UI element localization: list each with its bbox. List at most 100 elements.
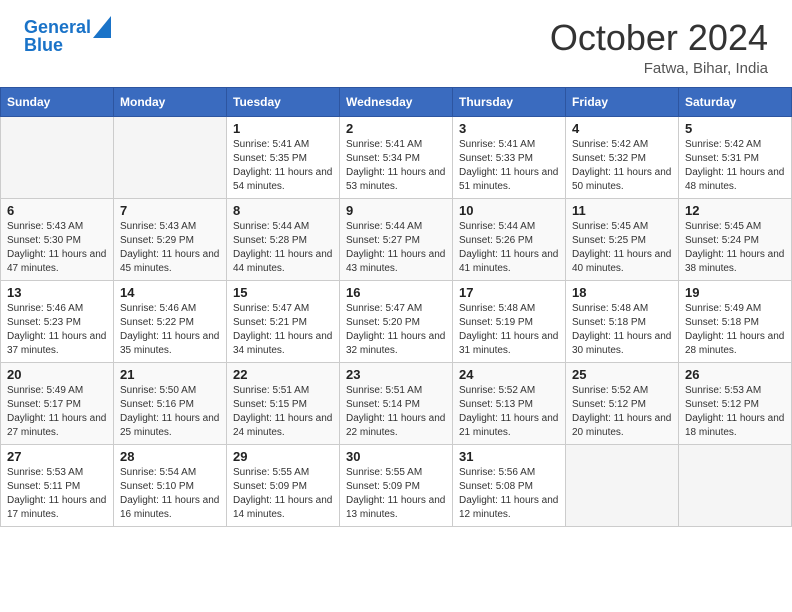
calendar-cell: 26Sunrise: 5:53 AM Sunset: 5:12 PM Dayli… — [679, 362, 792, 444]
calendar-cell: 17 Sunrise: 5:48 AM Sunset: 5:19 PM Dayli… — [453, 280, 566, 362]
day-number: 23 — [346, 367, 446, 382]
calendar-cell: 31 Sunrise: 5:56 AM Sunset: 5:08 PM Dayli… — [453, 444, 566, 526]
calendar-cell: 28 Sunrise: 5:54 AM Sunset: 5:10 PM Dayli… — [114, 444, 227, 526]
day-info: Sunrise: 5:46 AM Sunset: 5:23 PM Dayligh… — [7, 302, 107, 358]
weekday-header: Wednesday — [340, 87, 453, 116]
day-number: 11 — [572, 203, 672, 218]
day-info: Sunrise: 5:45 AM Sunset: 5:24 PM Dayligh… — [685, 220, 785, 276]
calendar-week-row: 6 Sunrise: 5:43 AM Sunset: 5:30 PM Daylig… — [1, 198, 792, 280]
calendar-cell: 6 Sunrise: 5:43 AM Sunset: 5:30 PM Daylig… — [1, 198, 114, 280]
day-info: Sunrise: 5:55 AM Sunset: 5:09 PM Dayligh… — [346, 466, 446, 522]
day-number: 10 — [459, 203, 559, 218]
calendar-cell: 23 Sunrise: 5:51 AM Sunset: 5:14 PM Dayli… — [340, 362, 453, 444]
day-number: 14 — [120, 285, 220, 300]
logo-icon — [93, 16, 111, 38]
day-info: Sunrise: 5:47 AM Sunset: 5:21 PM Dayligh… — [233, 302, 333, 358]
calendar-cell: 7 Sunrise: 5:43 AM Sunset: 5:29 PM Daylig… — [114, 198, 227, 280]
calendar-header-row: SundayMondayTuesdayWednesdayThursdayFrid… — [1, 87, 792, 116]
day-number: 21 — [120, 367, 220, 382]
day-number: 22 — [233, 367, 333, 382]
calendar-cell: 20 Sunrise: 5:49 AM Sunset: 5:17 PM Dayli… — [1, 362, 114, 444]
day-info: Sunrise: 5:52 AM Sunset: 5:13 PM Dayligh… — [459, 384, 559, 440]
day-number: 29 — [233, 449, 333, 464]
day-number: 3 — [459, 121, 559, 136]
day-number: 4 — [572, 121, 672, 136]
weekday-header: Friday — [566, 87, 679, 116]
day-info: Sunrise: 5:41 AM Sunset: 5:33 PM Dayligh… — [459, 138, 559, 194]
day-number: 6 — [7, 203, 107, 218]
calendar-week-row: 13 Sunrise: 5:46 AM Sunset: 5:23 PM Dayli… — [1, 280, 792, 362]
location-title: Fatwa, Bihar, India — [550, 60, 768, 77]
calendar-week-row: 20 Sunrise: 5:49 AM Sunset: 5:17 PM Dayli… — [1, 362, 792, 444]
calendar-cell: 10Sunrise: 5:44 AM Sunset: 5:26 PM Dayli… — [453, 198, 566, 280]
weekday-header: Sunday — [1, 87, 114, 116]
weekday-header: Thursday — [453, 87, 566, 116]
day-number: 24 — [459, 367, 559, 382]
calendar-cell: 1 Sunrise: 5:41 AM Sunset: 5:35 PM Daylig… — [227, 116, 340, 198]
day-info: Sunrise: 5:44 AM Sunset: 5:28 PM Dayligh… — [233, 220, 333, 276]
calendar-cell: 14Sunrise: 5:46 AM Sunset: 5:22 PM Dayli… — [114, 280, 227, 362]
day-number: 13 — [7, 285, 107, 300]
calendar-cell: 25 Sunrise: 5:52 AM Sunset: 5:12 PM Dayli… — [566, 362, 679, 444]
day-number: 8 — [233, 203, 333, 218]
calendar-cell — [1, 116, 114, 198]
calendar-cell: 4 Sunrise: 5:42 AM Sunset: 5:32 PM Daylig… — [566, 116, 679, 198]
day-number: 16 — [346, 285, 446, 300]
day-info: Sunrise: 5:49 AM Sunset: 5:17 PM Dayligh… — [7, 384, 107, 440]
day-info: Sunrise: 5:51 AM Sunset: 5:14 PM Dayligh… — [346, 384, 446, 440]
day-info: Sunrise: 5:54 AM Sunset: 5:10 PM Dayligh… — [120, 466, 220, 522]
calendar-cell: 22 Sunrise: 5:51 AM Sunset: 5:15 PM Dayli… — [227, 362, 340, 444]
day-number: 17 — [459, 285, 559, 300]
day-info: Sunrise: 5:48 AM Sunset: 5:18 PM Dayligh… — [572, 302, 672, 358]
day-number: 31 — [459, 449, 559, 464]
calendar-cell: 21 Sunrise: 5:50 AM Sunset: 5:16 PM Dayli… — [114, 362, 227, 444]
calendar-cell: 8 Sunrise: 5:44 AM Sunset: 5:28 PM Daylig… — [227, 198, 340, 280]
calendar-cell: 24 Sunrise: 5:52 AM Sunset: 5:13 PM Dayli… — [453, 362, 566, 444]
calendar-cell: 2Sunrise: 5:41 AM Sunset: 5:34 PM Daylig… — [340, 116, 453, 198]
day-info: Sunrise: 5:51 AM Sunset: 5:15 PM Dayligh… — [233, 384, 333, 440]
logo-blue: Blue — [24, 36, 111, 56]
day-info: Sunrise: 5:43 AM Sunset: 5:29 PM Dayligh… — [120, 220, 220, 276]
calendar-cell: 29 Sunrise: 5:55 AM Sunset: 5:09 PM Dayli… — [227, 444, 340, 526]
day-number: 19 — [685, 285, 785, 300]
day-info: Sunrise: 5:43 AM Sunset: 5:30 PM Dayligh… — [7, 220, 107, 276]
calendar-cell: 15Sunrise: 5:47 AM Sunset: 5:21 PM Dayli… — [227, 280, 340, 362]
day-info: Sunrise: 5:42 AM Sunset: 5:31 PM Dayligh… — [685, 138, 785, 194]
calendar-cell: 9 Sunrise: 5:44 AM Sunset: 5:27 PM Daylig… — [340, 198, 453, 280]
calendar-cell: 18 Sunrise: 5:48 AM Sunset: 5:18 PM Dayli… — [566, 280, 679, 362]
calendar-cell — [679, 444, 792, 526]
day-info: Sunrise: 5:44 AM Sunset: 5:27 PM Dayligh… — [346, 220, 446, 276]
weekday-header: Monday — [114, 87, 227, 116]
calendar-cell — [566, 444, 679, 526]
calendar-cell: 27Sunrise: 5:53 AM Sunset: 5:11 PM Dayli… — [1, 444, 114, 526]
day-number: 5 — [685, 121, 785, 136]
day-info: Sunrise: 5:56 AM Sunset: 5:08 PM Dayligh… — [459, 466, 559, 522]
day-number: 25 — [572, 367, 672, 382]
day-info: Sunrise: 5:47 AM Sunset: 5:20 PM Dayligh… — [346, 302, 446, 358]
day-number: 2 — [346, 121, 446, 136]
day-info: Sunrise: 5:50 AM Sunset: 5:16 PM Dayligh… — [120, 384, 220, 440]
day-number: 18 — [572, 285, 672, 300]
day-number: 20 — [7, 367, 107, 382]
day-number: 30 — [346, 449, 446, 464]
day-info: Sunrise: 5:48 AM Sunset: 5:19 PM Dayligh… — [459, 302, 559, 358]
day-number: 9 — [346, 203, 446, 218]
day-info: Sunrise: 5:52 AM Sunset: 5:12 PM Dayligh… — [572, 384, 672, 440]
day-number: 1 — [233, 121, 333, 136]
page-header: General Blue October 2024 Fatwa, Bihar, … — [0, 0, 792, 87]
day-number: 27 — [7, 449, 107, 464]
calendar-cell: 19Sunrise: 5:49 AM Sunset: 5:18 PM Dayli… — [679, 280, 792, 362]
day-number: 7 — [120, 203, 220, 218]
logo: General Blue — [24, 18, 111, 56]
calendar-cell: 11 Sunrise: 5:45 AM Sunset: 5:25 PM Dayli… — [566, 198, 679, 280]
day-number: 26 — [685, 367, 785, 382]
day-info: Sunrise: 5:42 AM Sunset: 5:32 PM Dayligh… — [572, 138, 672, 194]
calendar-cell: 13 Sunrise: 5:46 AM Sunset: 5:23 PM Dayli… — [1, 280, 114, 362]
day-info: Sunrise: 5:55 AM Sunset: 5:09 PM Dayligh… — [233, 466, 333, 522]
day-number: 12 — [685, 203, 785, 218]
day-info: Sunrise: 5:41 AM Sunset: 5:35 PM Dayligh… — [233, 138, 333, 194]
day-info: Sunrise: 5:45 AM Sunset: 5:25 PM Dayligh… — [572, 220, 672, 276]
day-number: 28 — [120, 449, 220, 464]
month-title: October 2024 — [550, 18, 768, 58]
weekday-header: Saturday — [679, 87, 792, 116]
